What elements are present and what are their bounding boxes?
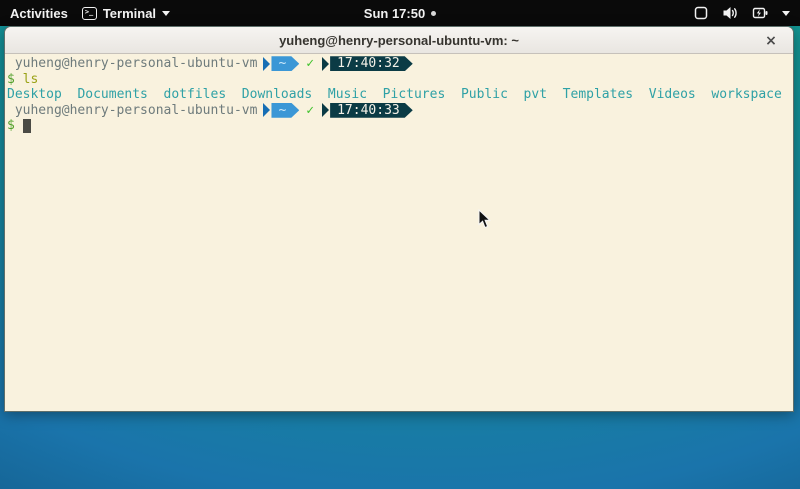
mouse-pointer-icon — [478, 209, 491, 229]
prompt-line-1: yuheng@henry-personal-ubuntu-vm ~ ✓ 17:4… — [7, 56, 791, 72]
window-titlebar[interactable]: yuheng@henry-personal-ubuntu-vm: ~ × — [5, 27, 793, 54]
cwd-segment: ~ — [263, 103, 299, 118]
ls-output-line: Desktop Documents dotfiles Downloads Mus… — [7, 87, 791, 103]
directory-entry: Videos — [649, 87, 696, 103]
directory-entry: Desktop — [7, 87, 62, 103]
prompt-line-2: yuheng@henry-personal-ubuntu-vm ~ ✓ 17:4… — [7, 103, 791, 119]
text-cursor — [23, 119, 31, 133]
close-button[interactable]: × — [761, 27, 781, 54]
terminal-window: yuheng@henry-personal-ubuntu-vm: ~ × yuh… — [4, 26, 794, 412]
volume-icon — [722, 5, 739, 21]
top-bar: Activities >_ Terminal Sun 17:50 — [0, 0, 800, 26]
directory-entry: Public — [461, 87, 508, 103]
activities-label: Activities — [10, 6, 68, 21]
caret-down-icon — [162, 11, 170, 16]
prompt-symbol: $ — [7, 118, 15, 134]
typed-command: ls — [23, 72, 39, 88]
time-segment: 17:40:32 — [322, 56, 413, 71]
clock-button[interactable]: Sun 17:50 — [364, 6, 425, 21]
directory-entry: Pictures — [383, 87, 446, 103]
command-line-2: $ — [7, 118, 791, 134]
status-check-icon: ✓ — [306, 56, 314, 72]
time-segment: 17:40:33 — [322, 103, 413, 118]
directory-entry: Downloads — [242, 87, 312, 103]
prompt-time: 17:40:33 — [330, 103, 413, 118]
terminal-app-icon: >_ — [82, 7, 97, 20]
directory-entry: dotfiles — [164, 87, 227, 103]
desktop: { "topbar": { "activities_label": "Activ… — [0, 0, 800, 489]
powerline-chevron-icon — [263, 103, 270, 117]
prompt-user-host: yuheng@henry-personal-ubuntu-vm — [15, 56, 258, 72]
command-line-1: $ ls — [7, 72, 791, 88]
window-title: yuheng@henry-personal-ubuntu-vm: ~ — [279, 33, 519, 48]
chevron-down-icon — [782, 11, 790, 16]
prompt-time: 17:40:32 — [330, 56, 413, 71]
battery-charging-icon — [752, 5, 769, 21]
status-check-icon: ✓ — [306, 103, 314, 119]
prompt-cwd: ~ — [271, 56, 299, 71]
terminal-screen[interactable]: yuheng@henry-personal-ubuntu-vm ~ ✓ 17:4… — [5, 54, 793, 411]
notification-dot-icon — [431, 11, 436, 16]
powerline-chevron-icon — [322, 57, 329, 71]
powerline-chevron-icon — [263, 57, 270, 71]
prompt-cwd: ~ — [271, 103, 299, 118]
directory-entry: Music — [328, 87, 367, 103]
directory-entry: pvt — [524, 87, 547, 103]
prompt-symbol: $ — [7, 72, 15, 88]
powerline-chevron-icon — [322, 103, 329, 117]
directory-entry: Documents — [77, 87, 147, 103]
activities-button[interactable]: Activities — [10, 0, 68, 26]
terminal-app-menu-label: Terminal — [103, 6, 156, 21]
prompt-user-host: yuheng@henry-personal-ubuntu-vm — [15, 103, 258, 119]
display-icon — [693, 5, 709, 21]
directory-entry: workspace — [711, 87, 781, 103]
cwd-segment: ~ — [263, 56, 299, 71]
system-status-menu[interactable] — [693, 0, 800, 26]
directory-entry: Templates — [563, 87, 633, 103]
terminal-app-menu[interactable]: >_ Terminal — [82, 0, 170, 26]
